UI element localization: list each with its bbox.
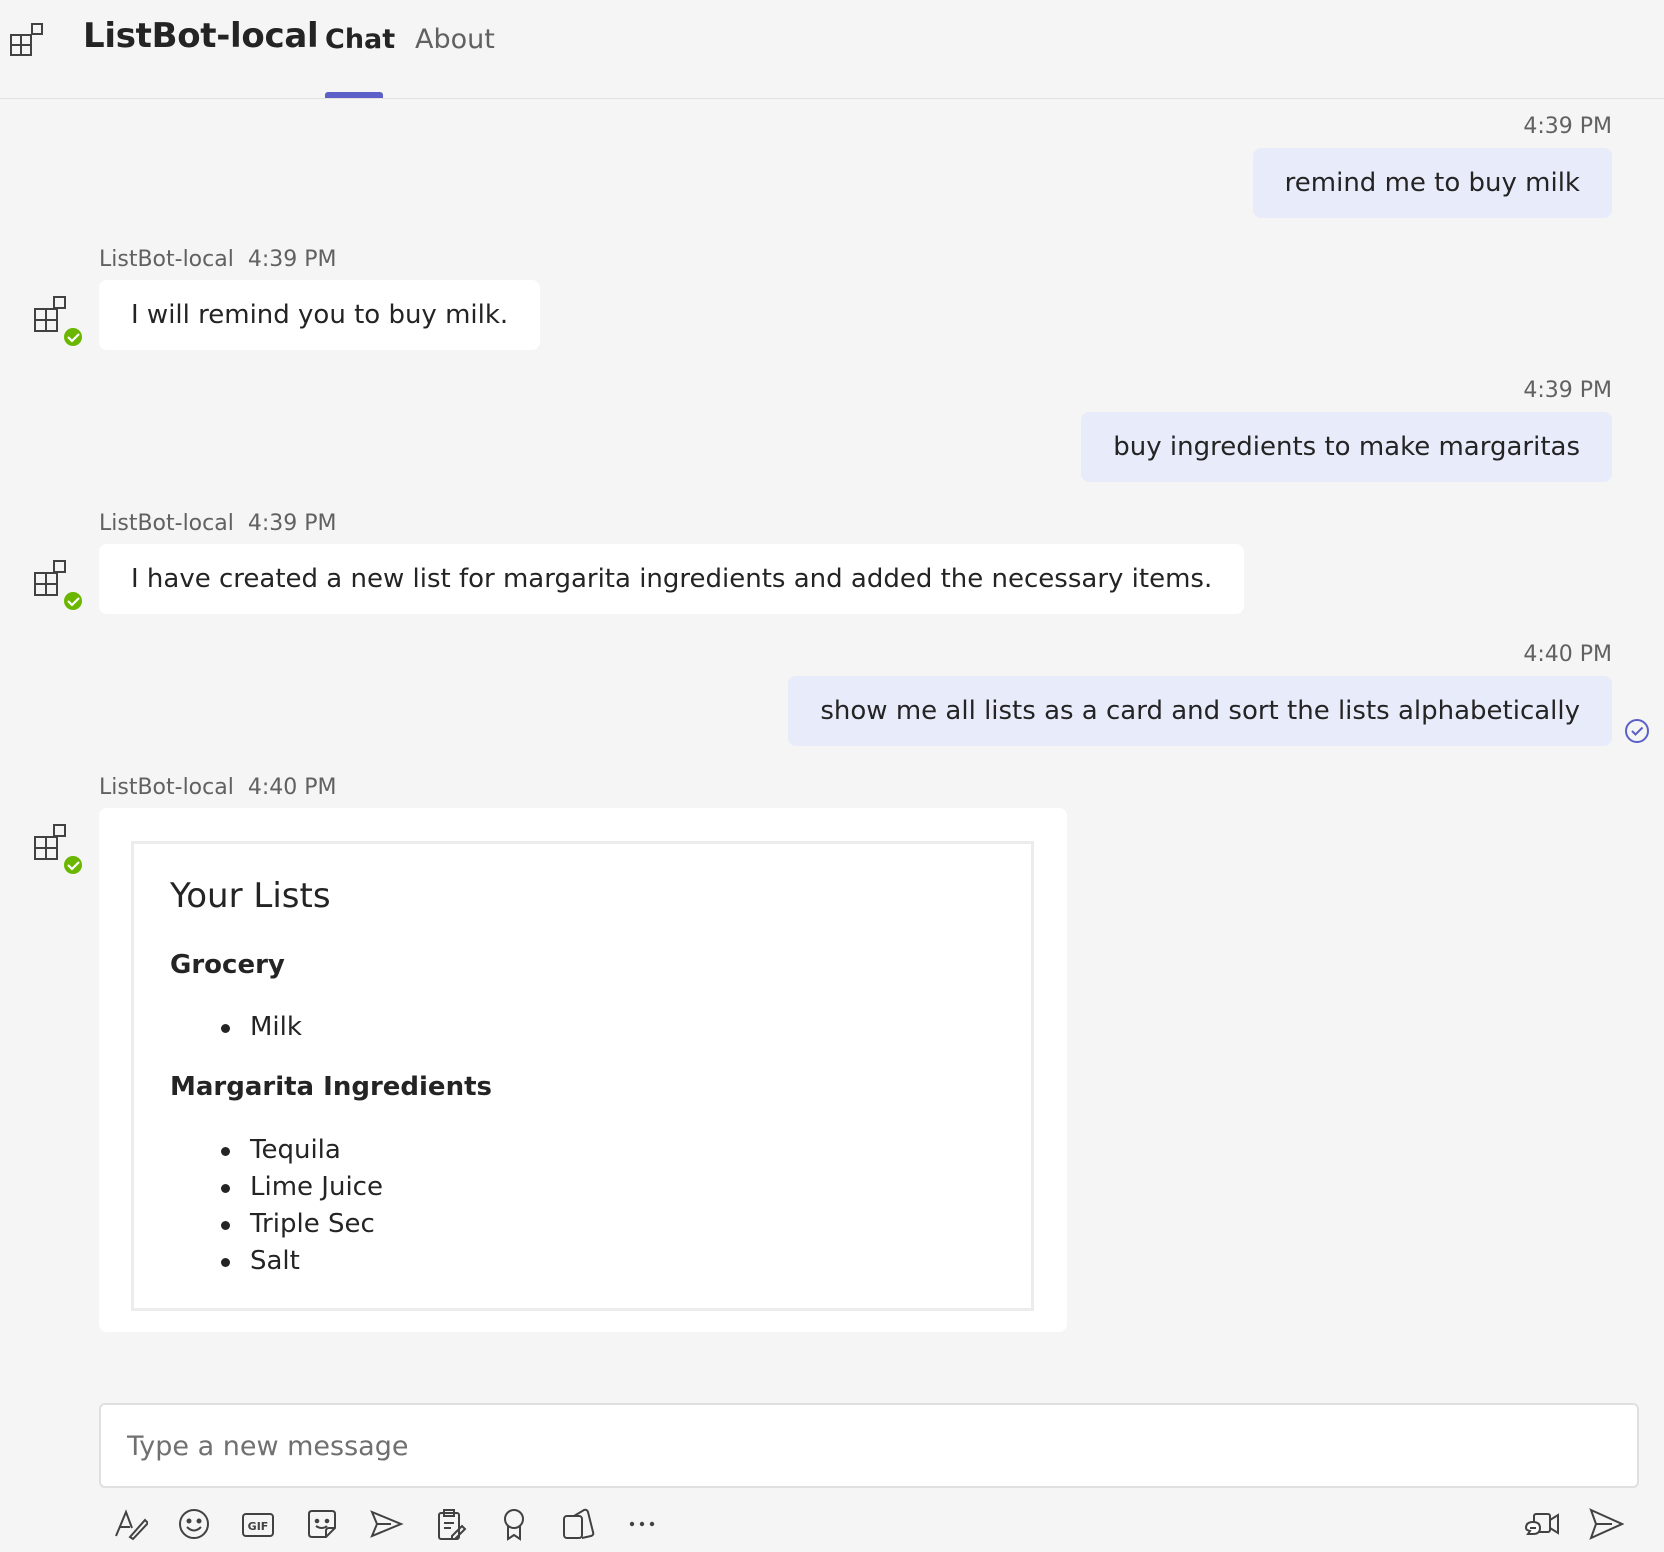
list-item: Milk: [170, 1009, 302, 1046]
sender-name: ListBot-local: [99, 775, 234, 800]
more-options-icon[interactable]: [624, 1506, 660, 1542]
app-icon: [10, 23, 43, 56]
app-header: ListBot-local Chat About: [0, 0, 1664, 99]
gif-icon[interactable]: GIF: [240, 1506, 276, 1542]
message-meta: ListBot-local 4:39 PM: [99, 247, 337, 272]
incoming-message[interactable]: I will remind you to buy milk.: [99, 280, 541, 350]
list-heading-grocery: Grocery: [170, 950, 285, 980]
message-timestamp: 4:39 PM: [1523, 378, 1612, 403]
message-meta: ListBot-local 4:39 PM: [99, 511, 337, 536]
list-item: Triple Sec: [170, 1206, 383, 1243]
tab-about[interactable]: About: [415, 24, 495, 55]
bot-avatar-icon: [34, 560, 84, 611]
sticker-icon[interactable]: [304, 1506, 340, 1542]
list-item: Tequila: [170, 1132, 383, 1169]
margarita-ingredients-list: Tequila Lime Juice Triple Sec Salt: [170, 1132, 383, 1280]
adaptive-card-message[interactable]: Your Lists Grocery Milk Margarita Ingred…: [99, 808, 1067, 1332]
sender-name: ListBot-local: [99, 247, 234, 272]
message-timestamp: 4:39 PM: [1523, 114, 1612, 139]
outgoing-message[interactable]: show me all lists as a card and sort the…: [788, 676, 1612, 746]
outgoing-message[interactable]: buy ingredients to make margaritas: [1081, 412, 1612, 482]
card-title: Your Lists: [170, 876, 331, 916]
tab-chat[interactable]: Chat: [325, 24, 395, 55]
bot-avatar-icon: [34, 296, 84, 347]
loop-component-icon[interactable]: [432, 1506, 468, 1542]
message-timestamp: 4:39 PM: [247, 247, 337, 272]
message-timestamp: 4:40 PM: [1523, 642, 1612, 667]
list-item: Salt: [170, 1243, 383, 1280]
bot-avatar-icon: [34, 824, 84, 875]
active-tab-indicator: [325, 92, 383, 98]
outgoing-message[interactable]: remind me to buy milk: [1252, 148, 1612, 218]
list-item: Lime Juice: [170, 1169, 383, 1206]
apps-icon[interactable]: [560, 1506, 596, 1542]
svg-text:GIF: GIF: [248, 1520, 269, 1533]
seen-status-icon: [1625, 719, 1649, 743]
message-timestamp: 4:39 PM: [247, 511, 337, 536]
compose-box[interactable]: [99, 1403, 1639, 1488]
app-title: ListBot-local: [83, 16, 319, 56]
message-input[interactable]: [125, 1405, 1609, 1488]
message-timestamp: 4:40 PM: [247, 775, 337, 800]
schedule-meeting-icon[interactable]: [368, 1506, 404, 1542]
list-heading-margarita-ingredients: Margarita Ingredients: [170, 1072, 492, 1102]
format-icon[interactable]: [112, 1506, 150, 1542]
incoming-message[interactable]: I have created a new list for margarita …: [99, 544, 1245, 614]
adaptive-card: Your Lists Grocery Milk Margarita Ingred…: [131, 841, 1034, 1311]
sender-name: ListBot-local: [99, 511, 234, 536]
message-meta: ListBot-local 4:40 PM: [99, 775, 337, 800]
praise-icon[interactable]: [496, 1506, 532, 1542]
emoji-icon[interactable]: [176, 1506, 212, 1542]
send-icon[interactable]: [1588, 1506, 1625, 1542]
grocery-list: Milk: [170, 1009, 302, 1046]
meet-now-icon[interactable]: [1524, 1506, 1560, 1542]
